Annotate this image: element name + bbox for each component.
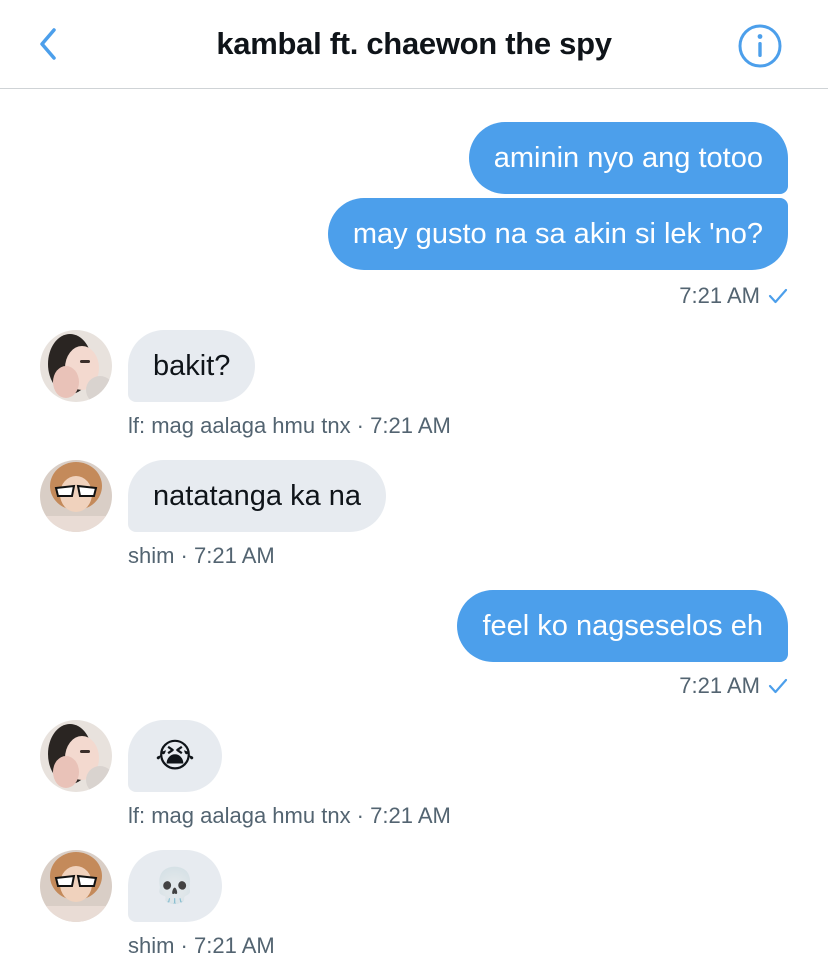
timestamp: 7:21 AM (679, 283, 760, 308)
avatar[interactable] (40, 850, 112, 922)
message-text: bakit? (153, 350, 231, 382)
checkmark-icon (768, 288, 788, 304)
avatar-image (40, 850, 112, 922)
avatar-image (40, 720, 112, 792)
message-meta: shim · 7:21 AM (128, 543, 275, 568)
timestamp: 7:21 AM (679, 673, 760, 698)
message-meta: lf: mag aalaga hmu tnx · 7:21 AM (128, 803, 451, 828)
incoming-message[interactable]: 💀 (128, 850, 222, 922)
message-text: may gusto na sa akin si lek 'no? (352, 218, 763, 250)
message-text: aminin nyo ang totoo (493, 142, 763, 174)
crying-face-emoji: 😭 (155, 737, 195, 775)
message-meta: lf: mag aalaga hmu tnx · 7:21 AM (128, 413, 451, 438)
conversation-header: kambal ft. chaewon the spy (0, 0, 828, 89)
skull-emoji: 💀 (153, 867, 197, 905)
message-text: feel ko nagseselos eh (482, 610, 763, 642)
incoming-message[interactable]: 😭 (128, 720, 222, 792)
avatar[interactable] (40, 330, 112, 402)
avatar[interactable] (40, 460, 112, 532)
message-meta: 7:21 AM (679, 672, 788, 700)
avatar[interactable] (40, 720, 112, 792)
message-meta: 7:21 AM (679, 282, 788, 310)
info-button[interactable] (736, 22, 784, 70)
outgoing-message[interactable]: aminin nyo ang totoo (468, 122, 788, 194)
avatar-image (40, 460, 112, 532)
outgoing-message[interactable]: feel ko nagseselos eh (457, 590, 788, 662)
conversation-title: kambal ft. chaewon the spy (216, 26, 612, 61)
incoming-message[interactable]: bakit? (128, 330, 256, 402)
outgoing-message[interactable]: may gusto na sa akin si lek 'no? (327, 198, 788, 270)
avatar-image (40, 330, 112, 402)
message-meta: shim · 7:21 AM (128, 933, 275, 958)
incoming-message[interactable]: natatanga ka na (128, 460, 387, 532)
message-text: natatanga ka na (153, 480, 362, 512)
info-circle-icon (738, 24, 782, 68)
checkmark-icon (768, 678, 788, 694)
